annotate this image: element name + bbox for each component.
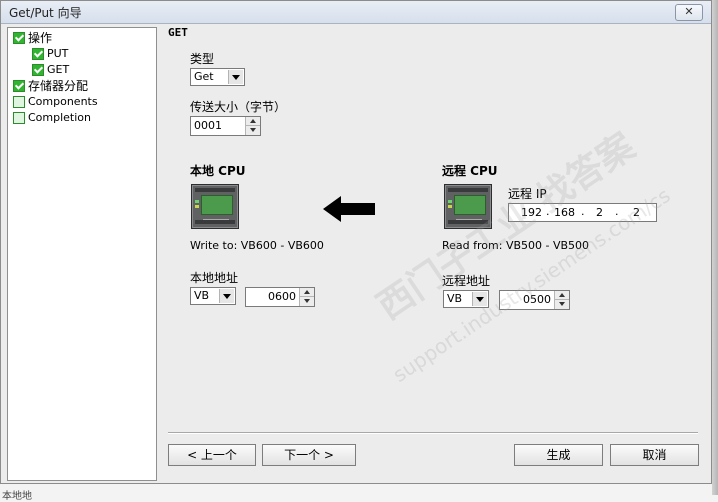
background-window-edge	[712, 0, 718, 495]
chevron-down-icon[interactable]	[219, 289, 234, 303]
spin-up-icon[interactable]	[555, 291, 569, 300]
remote-ip-label: 远程 IP	[508, 187, 547, 201]
spin-up-icon[interactable]	[300, 288, 314, 297]
generate-button[interactable]: 生成	[514, 444, 603, 466]
checkbox-unchecked-icon	[13, 96, 25, 108]
ip-octet-1[interactable]: 192	[521, 206, 542, 219]
stepper-buttons	[554, 291, 569, 309]
spin-down-icon[interactable]	[246, 126, 260, 135]
remote-cpu-icon	[444, 184, 492, 229]
spin-down-icon[interactable]	[300, 297, 314, 306]
type-select-value: Get	[194, 70, 214, 83]
spin-down-icon[interactable]	[555, 300, 569, 309]
tree-item-label: Completion	[28, 111, 92, 124]
remote-area-select[interactable]: VB	[443, 290, 489, 308]
next-button[interactable]: 下一个 >	[262, 444, 356, 466]
stepper-buttons	[299, 288, 314, 306]
prev-button[interactable]: < 上一个	[168, 444, 256, 466]
remote-area-value: VB	[447, 292, 463, 305]
stepper-buttons	[245, 117, 260, 135]
spin-up-icon[interactable]	[246, 117, 260, 126]
local-cpu-icon	[191, 184, 239, 229]
ip-dot: .	[615, 205, 619, 218]
remote-address-stepper[interactable]: 0500	[499, 290, 570, 310]
checkbox-unchecked-icon	[13, 112, 25, 124]
read-from-range: Read from: VB500 - VB500	[442, 239, 590, 252]
ip-octet-4[interactable]: 2	[633, 206, 640, 219]
close-button[interactable]: ✕	[675, 4, 703, 21]
arrow-left-icon	[323, 196, 375, 222]
checkbox-checked-icon	[13, 80, 25, 92]
remote-cpu-title: 远程 CPU	[442, 164, 498, 178]
tree-item-label: 操作	[28, 31, 53, 45]
remote-ip-input[interactable]: 192 . 168 . 2 . 2	[508, 203, 657, 222]
local-address-value: 0600	[268, 290, 296, 303]
tree-item-label: 存储器分配	[28, 79, 89, 93]
page-heading: GET	[168, 26, 188, 39]
chevron-down-icon[interactable]	[472, 292, 487, 306]
checkbox-checked-icon	[13, 32, 25, 44]
local-address-label: 本地地址	[190, 271, 239, 285]
write-to-range: Write to: VB600 - VB600	[190, 239, 324, 252]
transfer-size-label: 传送大小（字节）	[190, 100, 287, 114]
type-label: 类型	[190, 52, 215, 66]
remote-address-value: 0500	[523, 293, 551, 306]
ip-octet-2[interactable]: 168	[554, 206, 575, 219]
ip-octet-3[interactable]: 2	[596, 206, 603, 219]
wizard-content-panel: GET 类型 Get 传送大小（字节） 0001 本地 CPU Write to…	[159, 23, 707, 483]
window-title: Get/Put 向导	[9, 6, 82, 20]
local-area-select[interactable]: VB	[190, 287, 236, 305]
transfer-size-value: 0001	[194, 119, 222, 132]
button-separator	[168, 432, 698, 434]
local-address-stepper[interactable]: 0600	[245, 287, 315, 307]
transfer-size-stepper[interactable]: 0001	[190, 116, 261, 136]
ip-dot: .	[546, 205, 550, 218]
checkbox-checked-icon	[32, 48, 44, 60]
title-bar: Get/Put 向导 ✕	[1, 1, 711, 24]
remote-address-label: 远程地址	[442, 274, 491, 288]
type-select[interactable]: Get	[190, 68, 245, 86]
tree-item-label: Components	[28, 95, 98, 108]
local-cpu-title: 本地 CPU	[190, 164, 246, 178]
checkbox-checked-icon	[32, 64, 44, 76]
wizard-step-tree: 操作 PUT GET 存储器分配 Components Completion	[7, 27, 157, 481]
cancel-button[interactable]: 取消	[610, 444, 699, 466]
tree-item-label: GET	[47, 63, 70, 76]
get-put-wizard-window: Get/Put 向导 ✕ 操作 PUT GET 存储器分配 Components…	[0, 0, 712, 484]
tree-item-label: PUT	[47, 47, 69, 60]
ip-dot: .	[581, 205, 585, 218]
local-area-value: VB	[194, 289, 210, 302]
chevron-down-icon[interactable]	[228, 70, 243, 84]
